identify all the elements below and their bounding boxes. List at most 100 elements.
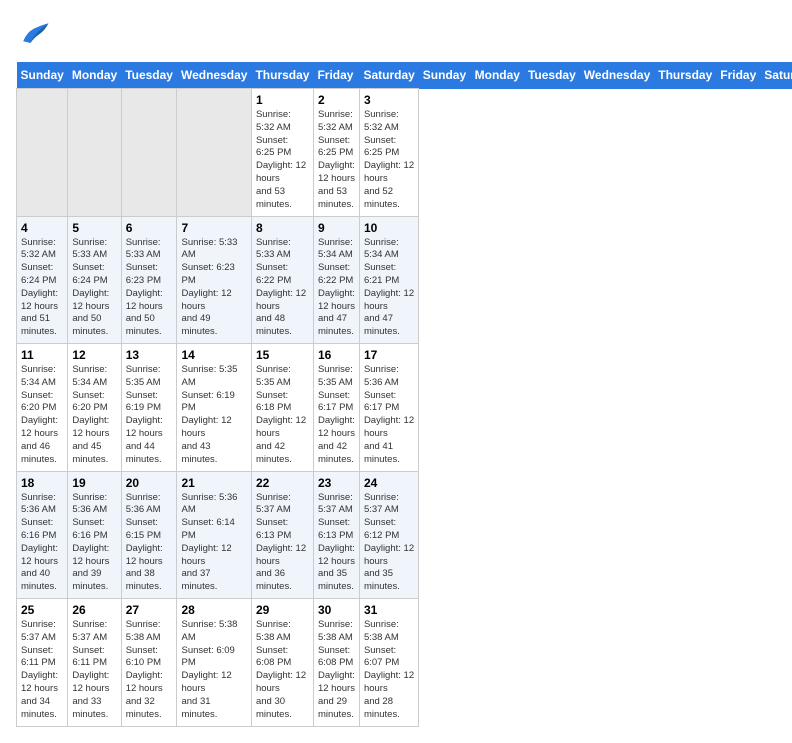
- day-number: 12: [72, 348, 116, 362]
- calendar-cell: 11 Sunrise: 5:34 AM Sunset: 6:20 PM Dayli…: [17, 344, 68, 472]
- day-number: 23: [318, 476, 355, 490]
- cell-info: Sunrise: 5:33 AM Sunset: 6:23 PM Dayligh…: [181, 237, 246, 340]
- day-number: 6: [126, 221, 173, 235]
- day-number: 21: [181, 476, 246, 490]
- day-number: 25: [21, 603, 63, 617]
- cell-info: Sunrise: 5:38 AM Sunset: 6:08 PM Dayligh…: [256, 619, 309, 722]
- day-number: 27: [126, 603, 173, 617]
- calendar-week-3: 11 Sunrise: 5:34 AM Sunset: 6:20 PM Dayli…: [17, 344, 792, 472]
- calendar-cell: 28Sunrise: 5:38 AM Sunset: 6:09 PM Dayli…: [177, 599, 251, 727]
- calendar-cell: 10 Sunrise: 5:34 AM Sunset: 6:21 PM Dayli…: [359, 216, 418, 344]
- calendar-cell: 8Sunrise: 5:33 AM Sunset: 6:22 PM Daylig…: [251, 216, 313, 344]
- calendar-cell: 31 Sunrise: 5:38 AM Sunset: 6:07 PM Dayli…: [359, 599, 418, 727]
- cell-info: Sunrise: 5:32 AM Sunset: 6:25 PM Dayligh…: [256, 109, 309, 212]
- day-number: 1: [256, 93, 309, 107]
- day-number: 9: [318, 221, 355, 235]
- cell-info: Sunrise: 5:36 AM Sunset: 6:16 PM Dayligh…: [72, 492, 116, 595]
- logo-icon: [16, 16, 52, 52]
- calendar-cell: 9Sunrise: 5:34 AM Sunset: 6:22 PM Daylig…: [313, 216, 359, 344]
- day-number: 8: [256, 221, 309, 235]
- calendar-week-1: 1 Sunrise: 5:32 AM Sunset: 6:25 PM Daylig…: [17, 89, 792, 217]
- day-number: 3: [364, 93, 414, 107]
- cell-info: Sunrise: 5:35 AM Sunset: 6:18 PM Dayligh…: [256, 364, 309, 467]
- calendar-cell: [121, 89, 177, 217]
- calendar-week-2: 4 Sunrise: 5:32 AM Sunset: 6:24 PM Daylig…: [17, 216, 792, 344]
- day-number: 18: [21, 476, 63, 490]
- header-row: SundayMondayTuesdayWednesdayThursdayFrid…: [17, 62, 792, 89]
- calendar-cell: 15 Sunrise: 5:35 AM Sunset: 6:18 PM Dayli…: [251, 344, 313, 472]
- header-day-wednesday: Wednesday: [177, 62, 251, 89]
- day-number: 28: [181, 603, 246, 617]
- calendar-cell: 26Sunrise: 5:37 AM Sunset: 6:11 PM Dayli…: [68, 599, 121, 727]
- cell-info: Sunrise: 5:37 AM Sunset: 6:13 PM Dayligh…: [256, 492, 309, 595]
- header-day-sunday: Sunday: [17, 62, 68, 89]
- day-number: 14: [181, 348, 246, 362]
- header-day-friday: Friday: [716, 62, 760, 89]
- cell-info: Sunrise: 5:37 AM Sunset: 6:12 PM Dayligh…: [364, 492, 414, 595]
- calendar-cell: 18 Sunrise: 5:36 AM Sunset: 6:16 PM Dayli…: [17, 471, 68, 599]
- header-day-sunday: Sunday: [419, 62, 471, 89]
- calendar-cell: 12 Sunrise: 5:34 AM Sunset: 6:20 PM Dayli…: [68, 344, 121, 472]
- day-number: 5: [72, 221, 116, 235]
- header-day-friday: Friday: [313, 62, 359, 89]
- calendar-cell: 7 Sunrise: 5:33 AM Sunset: 6:23 PM Daylig…: [177, 216, 251, 344]
- day-number: 11: [21, 348, 63, 362]
- calendar-cell: 1 Sunrise: 5:32 AM Sunset: 6:25 PM Daylig…: [251, 89, 313, 217]
- cell-info: Sunrise: 5:35 AM Sunset: 6:19 PM Dayligh…: [126, 364, 173, 467]
- calendar-cell: 22 Sunrise: 5:37 AM Sunset: 6:13 PM Dayli…: [251, 471, 313, 599]
- header-day-saturday: Saturday: [760, 62, 792, 89]
- cell-info: Sunrise: 5:34 AM Sunset: 6:20 PM Dayligh…: [72, 364, 116, 467]
- day-number: 19: [72, 476, 116, 490]
- header-day-tuesday: Tuesday: [524, 62, 580, 89]
- day-number: 17: [364, 348, 414, 362]
- calendar-cell: 29 Sunrise: 5:38 AM Sunset: 6:08 PM Dayli…: [251, 599, 313, 727]
- day-number: 15: [256, 348, 309, 362]
- calendar-week-4: 18 Sunrise: 5:36 AM Sunset: 6:16 PM Dayli…: [17, 471, 792, 599]
- calendar-cell: 6 Sunrise: 5:33 AM Sunset: 6:23 PM Daylig…: [121, 216, 177, 344]
- day-number: 13: [126, 348, 173, 362]
- calendar-cell: 17 Sunrise: 5:36 AM Sunset: 6:17 PM Dayli…: [359, 344, 418, 472]
- calendar-cell: 23 Sunrise: 5:37 AM Sunset: 6:13 PM Dayli…: [313, 471, 359, 599]
- day-number: 16: [318, 348, 355, 362]
- cell-info: Sunrise: 5:35 AM Sunset: 6:19 PM Dayligh…: [181, 364, 246, 467]
- day-number: 31: [364, 603, 414, 617]
- cell-info: Sunrise: 5:34 AM Sunset: 6:21 PM Dayligh…: [364, 237, 414, 340]
- header-day-saturday: Saturday: [359, 62, 418, 89]
- calendar-cell: 4 Sunrise: 5:32 AM Sunset: 6:24 PM Daylig…: [17, 216, 68, 344]
- calendar-cell: [17, 89, 68, 217]
- day-number: 7: [181, 221, 246, 235]
- cell-info: Sunrise: 5:32 AM Sunset: 6:25 PM Dayligh…: [364, 109, 414, 212]
- cell-info: Sunrise: 5:32 AM Sunset: 6:24 PM Dayligh…: [21, 237, 63, 340]
- calendar-cell: 5 Sunrise: 5:33 AM Sunset: 6:24 PM Daylig…: [68, 216, 121, 344]
- cell-info: Sunrise: 5:37 AM Sunset: 6:13 PM Dayligh…: [318, 492, 355, 595]
- logo: [16, 16, 56, 52]
- day-number: 29: [256, 603, 309, 617]
- calendar-cell: 16Sunrise: 5:35 AM Sunset: 6:17 PM Dayli…: [313, 344, 359, 472]
- day-number: 10: [364, 221, 414, 235]
- cell-info: Sunrise: 5:36 AM Sunset: 6:16 PM Dayligh…: [21, 492, 63, 595]
- day-number: 4: [21, 221, 63, 235]
- calendar-cell: 2Sunrise: 5:32 AM Sunset: 6:25 PM Daylig…: [313, 89, 359, 217]
- calendar-body: 1 Sunrise: 5:32 AM Sunset: 6:25 PM Daylig…: [17, 89, 792, 727]
- day-number: 26: [72, 603, 116, 617]
- calendar-cell: 13 Sunrise: 5:35 AM Sunset: 6:19 PM Dayli…: [121, 344, 177, 472]
- cell-info: Sunrise: 5:38 AM Sunset: 6:08 PM Dayligh…: [318, 619, 355, 722]
- cell-info: Sunrise: 5:33 AM Sunset: 6:24 PM Dayligh…: [72, 237, 116, 340]
- calendar-cell: [177, 89, 251, 217]
- cell-info: Sunrise: 5:36 AM Sunset: 6:17 PM Dayligh…: [364, 364, 414, 467]
- day-number: 24: [364, 476, 414, 490]
- cell-info: Sunrise: 5:34 AM Sunset: 6:20 PM Dayligh…: [21, 364, 63, 467]
- calendar-header: SundayMondayTuesdayWednesdayThursdayFrid…: [17, 62, 792, 89]
- calendar-cell: 20Sunrise: 5:36 AM Sunset: 6:15 PM Dayli…: [121, 471, 177, 599]
- header-day-tuesday: Tuesday: [121, 62, 177, 89]
- day-number: 22: [256, 476, 309, 490]
- cell-info: Sunrise: 5:38 AM Sunset: 6:07 PM Dayligh…: [364, 619, 414, 722]
- cell-info: Sunrise: 5:36 AM Sunset: 6:14 PM Dayligh…: [181, 492, 246, 595]
- cell-info: Sunrise: 5:32 AM Sunset: 6:25 PM Dayligh…: [318, 109, 355, 212]
- page-header: [16, 16, 776, 52]
- cell-info: Sunrise: 5:37 AM Sunset: 6:11 PM Dayligh…: [21, 619, 63, 722]
- header-day-wednesday: Wednesday: [580, 62, 654, 89]
- cell-info: Sunrise: 5:33 AM Sunset: 6:23 PM Dayligh…: [126, 237, 173, 340]
- calendar-cell: 14 Sunrise: 5:35 AM Sunset: 6:19 PM Dayli…: [177, 344, 251, 472]
- calendar-cell: 19 Sunrise: 5:36 AM Sunset: 6:16 PM Dayli…: [68, 471, 121, 599]
